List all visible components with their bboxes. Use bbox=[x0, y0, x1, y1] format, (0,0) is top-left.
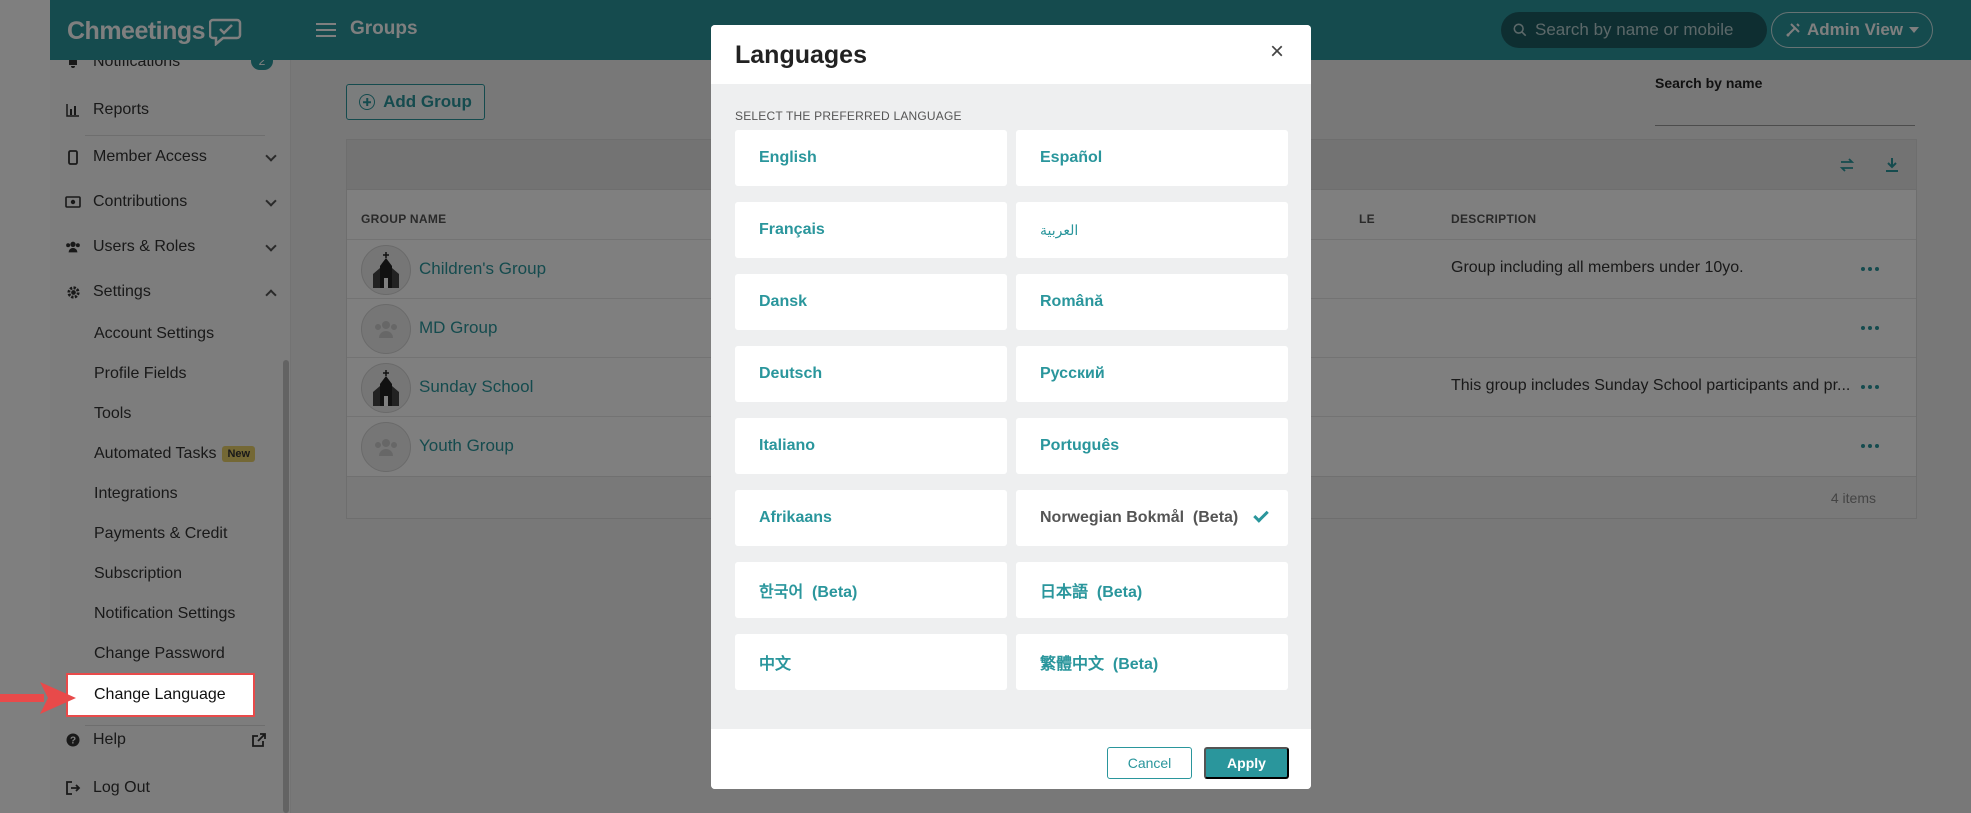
modal-header: Languages × bbox=[711, 25, 1311, 84]
language-option[interactable]: Français bbox=[735, 202, 1007, 258]
language-option[interactable]: Italiano bbox=[735, 418, 1007, 474]
language-label: Dansk bbox=[759, 293, 808, 310]
language-option[interactable]: Română bbox=[1016, 274, 1288, 330]
language-label: 日本語 (Beta) bbox=[1040, 584, 1143, 601]
language-option[interactable]: Deutsch bbox=[735, 346, 1007, 402]
cancel-button[interactable]: Cancel bbox=[1107, 747, 1192, 779]
select-language-label: SELECT THE PREFERRED LANGUAGE bbox=[735, 109, 962, 123]
language-option[interactable]: Dansk bbox=[735, 274, 1007, 330]
language-option[interactable]: العربية bbox=[1016, 202, 1288, 258]
language-option[interactable]: 한국어 (Beta) bbox=[735, 562, 1007, 618]
modal-title: Languages bbox=[735, 41, 867, 69]
language-option[interactable]: Afrikaans bbox=[735, 490, 1007, 546]
language-label: 繁體中文 (Beta) bbox=[1040, 656, 1159, 673]
checkmark-icon bbox=[1253, 507, 1269, 523]
sidebar-sub-change-language[interactable]: Change Language bbox=[66, 673, 255, 717]
language-label: Italiano bbox=[759, 437, 816, 454]
language-option[interactable]: Español bbox=[1016, 130, 1288, 186]
language-label: Русский bbox=[1040, 365, 1105, 382]
language-label: Afrikaans bbox=[759, 509, 832, 526]
language-option[interactable]: Русский bbox=[1016, 346, 1288, 402]
language-option[interactable]: 中文 bbox=[735, 634, 1007, 690]
language-option[interactable]: 繁體中文 (Beta) bbox=[1016, 634, 1288, 690]
language-label: 中文 bbox=[759, 656, 792, 673]
language-label: العربية bbox=[1040, 221, 1079, 238]
language-label: Norwegian Bokmål (Beta) bbox=[1040, 509, 1239, 526]
language-label: Deutsch bbox=[759, 365, 823, 382]
apply-button[interactable]: Apply bbox=[1204, 747, 1289, 779]
language-label: Français bbox=[759, 221, 825, 238]
language-label: Español bbox=[1040, 149, 1103, 166]
language-label: Română bbox=[1040, 293, 1104, 310]
language-label: 한국어 (Beta) bbox=[759, 584, 858, 601]
language-option-selected[interactable]: Norwegian Bokmål (Beta) bbox=[1016, 490, 1288, 546]
modal-body: SELECT THE PREFERRED LANGUAGE English Es… bbox=[711, 84, 1311, 729]
language-label: English bbox=[759, 149, 817, 166]
language-option[interactable]: English bbox=[735, 130, 1007, 186]
language-option[interactable]: Português bbox=[1016, 418, 1288, 474]
modal-footer: Cancel Apply bbox=[711, 729, 1311, 789]
sidebar-item-label: Change Language bbox=[94, 686, 226, 703]
red-arrow-annotation bbox=[0, 682, 76, 714]
language-label: Português bbox=[1040, 437, 1120, 454]
close-icon[interactable]: × bbox=[1267, 40, 1287, 64]
languages-modal: Languages × SELECT THE PREFERRED LANGUAG… bbox=[711, 25, 1311, 789]
language-option[interactable]: 日本語 (Beta) bbox=[1016, 562, 1288, 618]
